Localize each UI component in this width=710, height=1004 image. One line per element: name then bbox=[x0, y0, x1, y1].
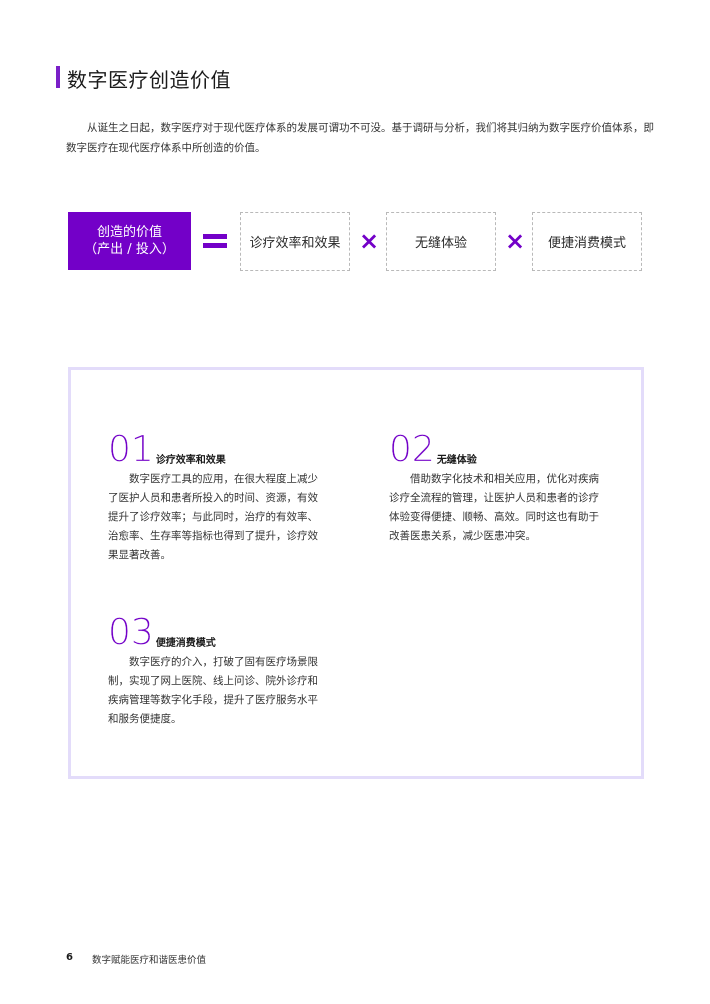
multiply-icon: × bbox=[505, 227, 526, 255]
factor-box-experience: 无缝体验 bbox=[386, 212, 496, 271]
item-number: 02 bbox=[389, 429, 435, 470]
item-title: 便捷消费模式 bbox=[155, 638, 216, 649]
item-title: 诊疗效率和效果 bbox=[155, 455, 226, 466]
heading-accent-bar bbox=[56, 66, 60, 88]
created-value-label: 创造的价值 bbox=[96, 225, 162, 240]
value-item-2: 02 无缝体验 借助数字化技术和相关应用，优化对疾病诊疗全流程的管理，让医护人员和… bbox=[389, 429, 609, 546]
page-number: 6 bbox=[66, 952, 73, 963]
item-body: 数字医疗工具的应用，在很大程度上减少了医护人员和患者所投入的时间、资源，有效提升… bbox=[108, 473, 318, 561]
footer-title: 数字赋能医疗和谐医患价值 bbox=[92, 955, 207, 966]
item-body: 数字医疗的介入，打破了固有医疗场景限制，实现了网上医院、线上问诊、院外诊疗和疾病… bbox=[108, 656, 318, 725]
created-value-box: 创造的价值 （产出 / 投入） bbox=[68, 212, 191, 270]
item-number: 01 bbox=[108, 429, 154, 470]
factor-box-consumption: 便捷消费模式 bbox=[532, 212, 642, 271]
value-item-1: 01 诊疗效率和效果 数字医疗工具的应用，在很大程度上减少了医护人员和患者所投入的… bbox=[108, 429, 328, 565]
item-body: 借助数字化技术和相关应用，优化对疾病诊疗全流程的管理，让医护人员和患者的诊疗体验… bbox=[389, 473, 599, 542]
value-details-panel: 01 诊疗效率和效果 数字医疗工具的应用，在很大程度上减少了医护人员和患者所投入的… bbox=[68, 367, 644, 779]
equals-sign bbox=[203, 232, 227, 250]
value-item-3: 03 便捷消费模式 数字医疗的介入，打破了固有医疗场景限制，实现了网上医院、线上问… bbox=[108, 612, 328, 729]
factor-box-efficiency: 诊疗效率和效果 bbox=[240, 212, 350, 271]
page-heading: 数字医疗创造价值 bbox=[67, 68, 231, 92]
created-value-sublabel: （产出 / 投入） bbox=[84, 242, 175, 257]
multiply-icon: × bbox=[359, 227, 380, 255]
intro-paragraph: 从诞生之日起，数字医疗对于现代医疗体系的发展可谓功不可没。基于调研与分析，我们将… bbox=[66, 122, 654, 154]
value-formula: 创造的价值 （产出 / 投入） 诊疗效率和效果 × 无缝体验 × 便捷消费模式 bbox=[68, 212, 648, 272]
item-number: 03 bbox=[108, 612, 154, 653]
item-title: 无缝体验 bbox=[436, 455, 477, 466]
